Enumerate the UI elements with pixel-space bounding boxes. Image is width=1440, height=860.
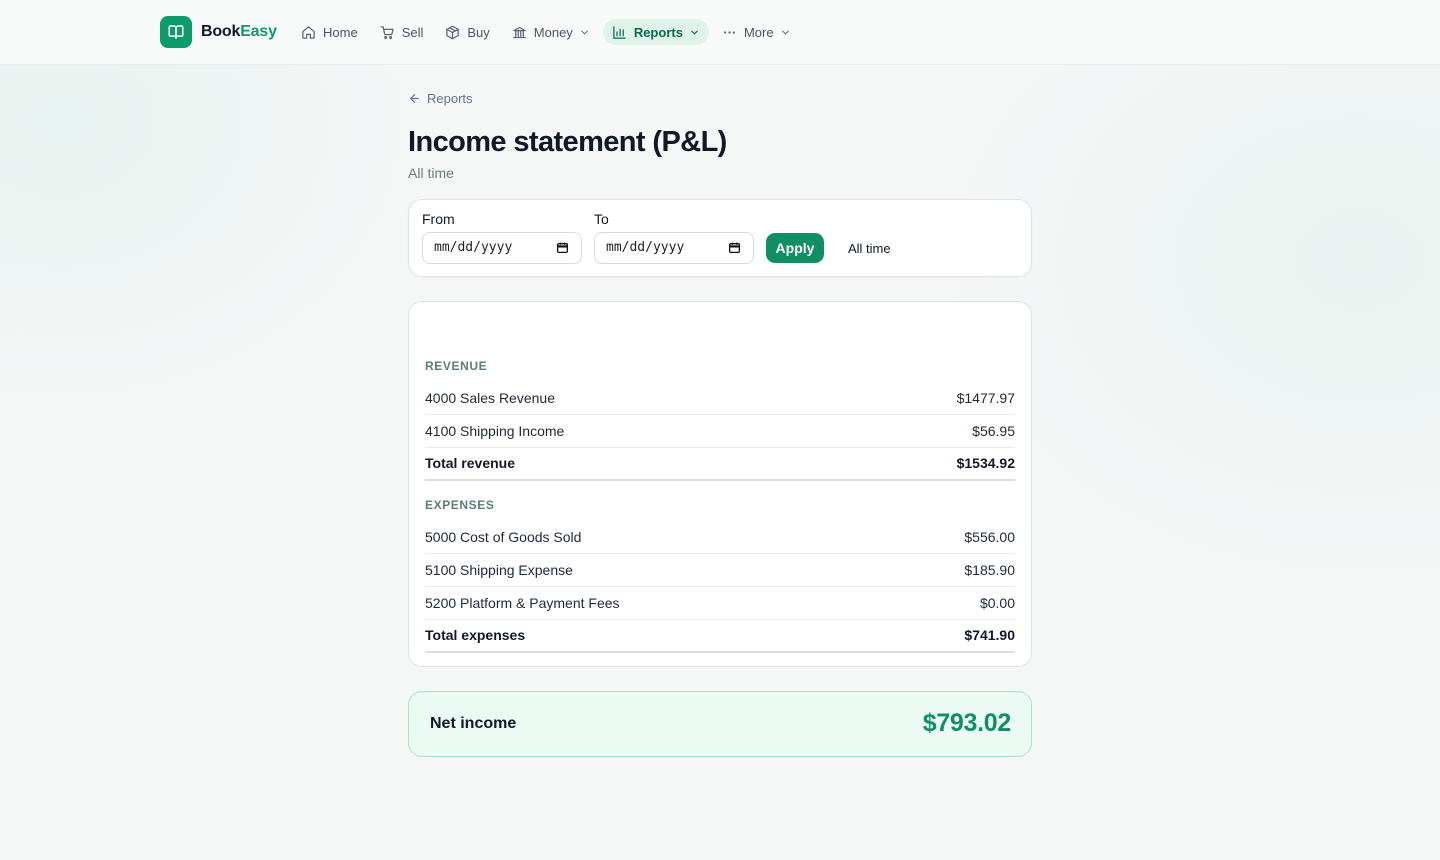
- nav-item-reports[interactable]: Reports: [602, 19, 709, 45]
- nav-item-more[interactable]: More: [713, 19, 800, 45]
- page-title: Income statement (P&L): [408, 125, 727, 158]
- account-amount: $1477.97: [956, 389, 1015, 406]
- nav-item-buy[interactable]: Buy: [436, 19, 498, 45]
- date-filter-card: From mm/dd/yyyy To mm/dd/yyyy Apply All …: [408, 198, 1032, 277]
- cart-icon: [380, 25, 394, 39]
- expenses-heading: EXPENSES: [425, 497, 495, 512]
- to-date-placeholder: mm/dd/yyyy: [606, 240, 685, 255]
- account-amount: $56.95: [972, 422, 1015, 439]
- account-name: 5100 Shipping Expense: [425, 561, 573, 578]
- total-expenses-row: Total expenses $741.90: [425, 620, 1015, 653]
- nav-item-money[interactable]: Money: [503, 19, 599, 45]
- nav-item-label: Buy: [467, 24, 490, 40]
- to-label: To: [594, 210, 609, 227]
- active-range-label: All time: [848, 240, 891, 256]
- ellipsis-icon: [723, 30, 735, 34]
- back-to-reports-link[interactable]: Reports: [408, 88, 473, 108]
- account-name: 5000 Cost of Goods Sold: [425, 528, 582, 545]
- revenue-rows: 4000 Sales Revenue $1477.97 4100 Shippin…: [425, 382, 1015, 481]
- box-icon: [446, 25, 460, 39]
- nav-item-home[interactable]: Home: [292, 19, 367, 45]
- from-date-placeholder: mm/dd/yyyy: [434, 240, 513, 255]
- table-row: 5000 Cost of Goods Sold $556.00: [425, 521, 1015, 554]
- home-icon: [302, 25, 315, 39]
- total-label: Total expenses: [425, 627, 526, 643]
- nav-item-sell[interactable]: Sell: [371, 19, 433, 45]
- chevron-down-icon: [581, 30, 588, 34]
- from-date-input[interactable]: mm/dd/yyyy: [422, 231, 582, 264]
- nav-item-label: Money: [533, 24, 573, 40]
- bar-chart-icon: [613, 25, 626, 39]
- nav-item-label: Reports: [633, 24, 683, 40]
- revenue-heading: REVENUE: [425, 358, 488, 373]
- calendar-icon: [556, 242, 569, 254]
- account-amount: $556.00: [964, 528, 1015, 545]
- chevron-down-icon: [691, 30, 698, 34]
- total-amount: $741.90: [964, 627, 1015, 643]
- main-content: Reports Income statement (P&L) All time …: [408, 88, 1032, 757]
- expense-rows: 5000 Cost of Goods Sold $556.00 5100 Shi…: [425, 521, 1015, 653]
- account-name: 5200 Platform & Payment Fees: [425, 594, 620, 611]
- total-revenue-row: Total revenue $1534.92: [425, 448, 1015, 481]
- arrow-left-icon: [410, 93, 419, 103]
- back-link-label: Reports: [427, 90, 473, 106]
- brand-name: BookEasy: [201, 23, 277, 41]
- nav-item-label: Home: [323, 24, 358, 40]
- account-amount: $0.00: [979, 594, 1015, 611]
- apply-button[interactable]: Apply: [766, 232, 824, 263]
- to-date-input[interactable]: mm/dd/yyyy: [594, 231, 754, 264]
- page-subtitle: All time: [408, 164, 454, 181]
- brand-name-accent: Easy: [240, 23, 277, 40]
- nav-item-label: More: [743, 24, 774, 40]
- income-statement-card: REVENUE 4000 Sales Revenue $1477.97 4100…: [408, 300, 1032, 667]
- table-row: 5100 Shipping Expense $185.90: [425, 554, 1015, 587]
- table-row: 4000 Sales Revenue $1477.97: [425, 382, 1015, 415]
- net-income-label: Net income: [430, 714, 517, 732]
- total-label: Total revenue: [425, 455, 515, 471]
- account-amount: $185.90: [964, 561, 1015, 578]
- table-row: 4100 Shipping Income $56.95: [425, 415, 1015, 448]
- calendar-icon: [728, 242, 741, 254]
- table-row: 5200 Platform & Payment Fees $0.00: [425, 587, 1015, 620]
- net-income-amount: $793.02: [922, 709, 1012, 737]
- nav-item-label: Sell: [401, 24, 424, 40]
- net-income-card: Net income $793.02: [408, 690, 1032, 757]
- from-label: From: [422, 210, 455, 227]
- account-name: 4100 Shipping Income: [425, 422, 565, 439]
- main-nav: Home Sell Buy Money Reports More: [292, 19, 800, 45]
- total-amount: $1534.92: [956, 455, 1015, 471]
- top-navigation-bar: BookEasy Home Sell Buy Money Reports Mor…: [0, 0, 1440, 65]
- chevron-down-icon: [781, 30, 789, 34]
- brand-name-prefix: Book: [201, 23, 241, 40]
- account-name: 4000 Sales Revenue: [425, 389, 555, 406]
- bank-icon: [513, 26, 526, 38]
- book-logo-icon: [160, 16, 192, 48]
- brand-home-link[interactable]: BookEasy: [160, 16, 277, 48]
